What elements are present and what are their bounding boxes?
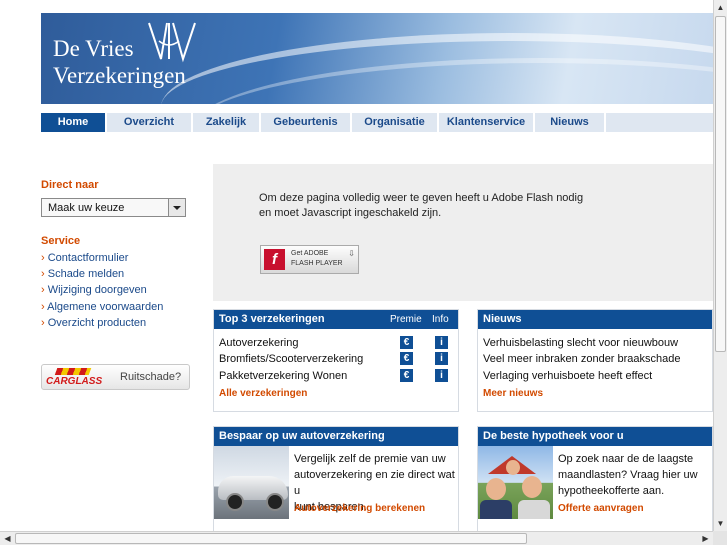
direct-naar-select[interactable]: Maak uw keuze: [41, 198, 186, 217]
car-wheel: [226, 493, 244, 511]
carglass-text: Ruitschade?: [120, 371, 182, 383]
info-column-header: Info: [432, 314, 449, 325]
service-link-label: Algemene voorwaarden: [47, 301, 164, 313]
auto-promo-line: autoverzekering en zie direct wat u: [294, 469, 455, 497]
flash-button-line1: Get ADOBE: [291, 250, 329, 257]
family-photo: [478, 446, 553, 519]
car-photo: [214, 446, 289, 519]
top3-row-label[interactable]: Pakketverzekering Wonen: [219, 370, 347, 382]
nav-zakelijk[interactable]: Zakelijk: [193, 113, 261, 132]
nav-home[interactable]: Home: [41, 113, 107, 132]
arrow-bullet-icon: ›: [41, 252, 48, 264]
news-header: Nieuws: [478, 310, 712, 329]
flash-button-line2: FLASH PLAYER: [291, 260, 343, 267]
service-link-schade-melden[interactable]: › Schade melden: [41, 268, 124, 280]
service-link-wijziging[interactable]: › Wijziging doorgeven: [41, 284, 147, 296]
flash-message-line1: Om deze pagina volledig weer te geven he…: [259, 192, 584, 204]
news-item[interactable]: Veel meer inbraken zonder braakschade: [483, 353, 681, 365]
mortgage-promo-text: Op zoek naar de de laagste maandlasten? …: [558, 451, 698, 499]
get-flash-player-button[interactable]: f Get ADOBE FLASH PLAYER ⇩: [260, 245, 359, 274]
arrow-bullet-icon: ›: [41, 268, 48, 280]
flash-message-line2: en moet Javascript ingeschakeld zijn.: [259, 207, 442, 219]
info-icon[interactable]: i: [435, 352, 448, 365]
news-box: Nieuws Verhuisbelasting slecht voor nieu…: [477, 309, 713, 412]
nav-organisatie[interactable]: Organisatie: [352, 113, 439, 132]
download-arrow-icon: ⇩: [348, 249, 355, 258]
vertical-scrollbar[interactable]: ▲ ▼: [713, 0, 727, 531]
info-icon[interactable]: i: [435, 336, 448, 349]
horizontal-scroll-thumb[interactable]: [15, 533, 527, 544]
news-item[interactable]: Verhuisbelasting slecht voor nieuwbouw: [483, 337, 678, 349]
browser-viewport: De Vries Verzekeringen Home Overzicht Za…: [0, 0, 713, 531]
info-icon[interactable]: i: [435, 369, 448, 382]
mortgage-promo-line: hypotheekofferte aan.: [558, 485, 665, 497]
news-item[interactable]: Verlaging verhuisboete heeft effect: [483, 370, 652, 382]
nav-klantenservice[interactable]: Klantenservice: [439, 113, 535, 132]
autoverzekering-berekenen-link[interactable]: Autoverzekering berekenen: [294, 503, 425, 514]
top3-row-label[interactable]: Autoverzekering: [219, 337, 299, 349]
horizontal-scrollbar[interactable]: ◀ ▶: [0, 531, 713, 545]
scroll-right-icon[interactable]: ▶: [699, 532, 712, 545]
service-link-label: Contactformulier: [47, 252, 129, 264]
flash-message: Om deze pagina volledig weer te geven he…: [259, 191, 583, 221]
arrow-bullet-icon: ›: [41, 317, 48, 329]
scrollbar-corner: [713, 531, 727, 545]
service-link-contactformulier[interactable]: › Contactformulier: [41, 252, 128, 264]
header-banner: De Vries Verzekeringen: [41, 13, 713, 104]
service-link-voorwaarden[interactable]: › Algemene voorwaarden: [41, 301, 163, 313]
flash-logo-icon: f: [264, 249, 285, 270]
auto-promo-title: Bespaar op uw autoverzekering: [214, 427, 458, 446]
nav-overzicht[interactable]: Overzicht: [107, 113, 193, 132]
auto-promo-box: Bespaar op uw autoverzekering Vergelijk …: [213, 426, 459, 531]
arrow-bullet-icon: ›: [41, 284, 48, 296]
flash-placeholder: Om deze pagina volledig weer te geven he…: [213, 164, 713, 301]
person-shirt: [480, 500, 512, 519]
mortgage-promo-line: Op zoek naar de de laagste: [558, 453, 694, 465]
direct-naar-heading: Direct naar: [41, 179, 99, 191]
person-face: [486, 478, 506, 500]
service-link-label: Overzicht producten: [47, 317, 147, 329]
mortgage-promo-title: De beste hypotheek voor u: [478, 427, 712, 446]
person-face: [522, 476, 542, 498]
mortgage-promo-line: maandlasten? Vraag hier uw: [558, 469, 698, 481]
scroll-down-icon[interactable]: ▼: [715, 517, 726, 530]
person-face: [506, 460, 520, 475]
scroll-up-icon[interactable]: ▲: [715, 1, 726, 14]
auto-promo-line: Vergelijk zelf de premie van uw: [294, 453, 446, 465]
euro-icon[interactable]: €: [400, 369, 413, 382]
alle-verzekeringen-link[interactable]: Alle verzekeringen: [219, 388, 307, 399]
meer-nieuws-link[interactable]: Meer nieuws: [483, 388, 543, 399]
service-link-label: Schade melden: [47, 268, 125, 280]
euro-icon[interactable]: €: [400, 352, 413, 365]
main-navigation: Home Overzicht Zakelijk Gebeurtenis Orga…: [41, 113, 713, 132]
nav-gebeurtenis[interactable]: Gebeurtenis: [261, 113, 352, 132]
vertical-scroll-thumb[interactable]: [715, 16, 726, 352]
car-wheel: [266, 493, 284, 511]
premie-column-header: Premie: [390, 314, 422, 325]
euro-icon[interactable]: €: [400, 336, 413, 349]
mortgage-promo-box: De beste hypotheek voor u Op zoek naar d…: [477, 426, 713, 531]
dv-monogram-icon: [148, 22, 196, 63]
chevron-down-icon[interactable]: [168, 199, 185, 216]
top3-row-label[interactable]: Bromfiets/Scooterverzekering: [219, 353, 363, 365]
service-link-producten[interactable]: › Overzicht producten: [41, 317, 146, 329]
nav-nieuws[interactable]: Nieuws: [535, 113, 606, 132]
carglass-banner[interactable]: CARGLASS Ruitschade?: [41, 364, 190, 390]
logo-line2: Verzekeringen: [53, 63, 186, 88]
top3-header: Top 3 verzekeringen Premie Info: [214, 310, 458, 329]
offerte-aanvragen-link[interactable]: Offerte aanvragen: [558, 503, 644, 514]
select-value: Maak uw keuze: [48, 202, 125, 214]
carglass-flag-icon: [54, 368, 92, 375]
carglass-logo: CARGLASS: [46, 376, 103, 387]
person-shirt: [518, 500, 550, 519]
service-heading: Service: [41, 235, 81, 247]
top3-box: Top 3 verzekeringen Premie Info Autoverz…: [213, 309, 459, 412]
scroll-left-icon[interactable]: ◀: [1, 532, 14, 545]
top3-title: Top 3 verzekeringen: [219, 313, 325, 325]
service-link-label: Wijziging doorgeven: [47, 284, 147, 296]
